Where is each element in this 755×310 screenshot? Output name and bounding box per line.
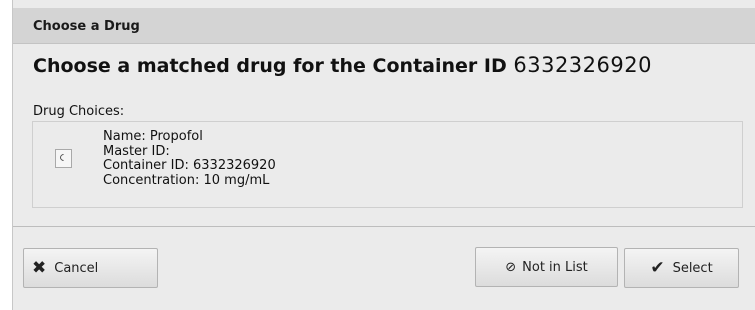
drug-choices-label: Drug Choices: (33, 104, 125, 119)
heading-text: Choose a matched drug for the Container … (33, 55, 507, 77)
drug-choices-list: Name: Propofol Master ID: Container ID: … (32, 121, 743, 208)
dialog-title: Choose a Drug (33, 19, 140, 34)
select-button[interactable]: ✔ Select (624, 248, 739, 288)
cancel-button-label: Cancel (54, 260, 99, 276)
radio-indicator-icon (58, 152, 69, 163)
choose-drug-dialog: Choose a Drug Choose a matched drug for … (12, 0, 755, 310)
drug-choice-details: Name: Propofol Master ID: Container ID: … (103, 129, 276, 188)
drug-name: Name: Propofol (103, 129, 203, 144)
dialog-heading: Choose a matched drug for the Container … (33, 53, 652, 77)
drug-container-id: Container ID: 6332326920 (103, 158, 276, 173)
footer-divider (13, 226, 755, 227)
prohibited-icon: ⊘ (505, 259, 517, 275)
drug-choice-radio[interactable] (55, 149, 72, 168)
dialog-titlebar: Choose a Drug (13, 8, 755, 44)
drug-concentration: Concentration: 10 mg/mL (103, 172, 270, 188)
not-in-list-button-label: Not in List (522, 259, 588, 275)
heading-container-id: 6332326920 (513, 53, 652, 77)
select-button-label: Select (672, 260, 713, 276)
close-icon: ✖ (32, 258, 47, 278)
drug-master-id: Master ID: (103, 143, 170, 159)
cancel-button[interactable]: ✖ Cancel (23, 248, 158, 288)
not-in-list-button[interactable]: ⊘ Not in List (475, 247, 618, 287)
checkmark-icon: ✔ (650, 258, 665, 278)
